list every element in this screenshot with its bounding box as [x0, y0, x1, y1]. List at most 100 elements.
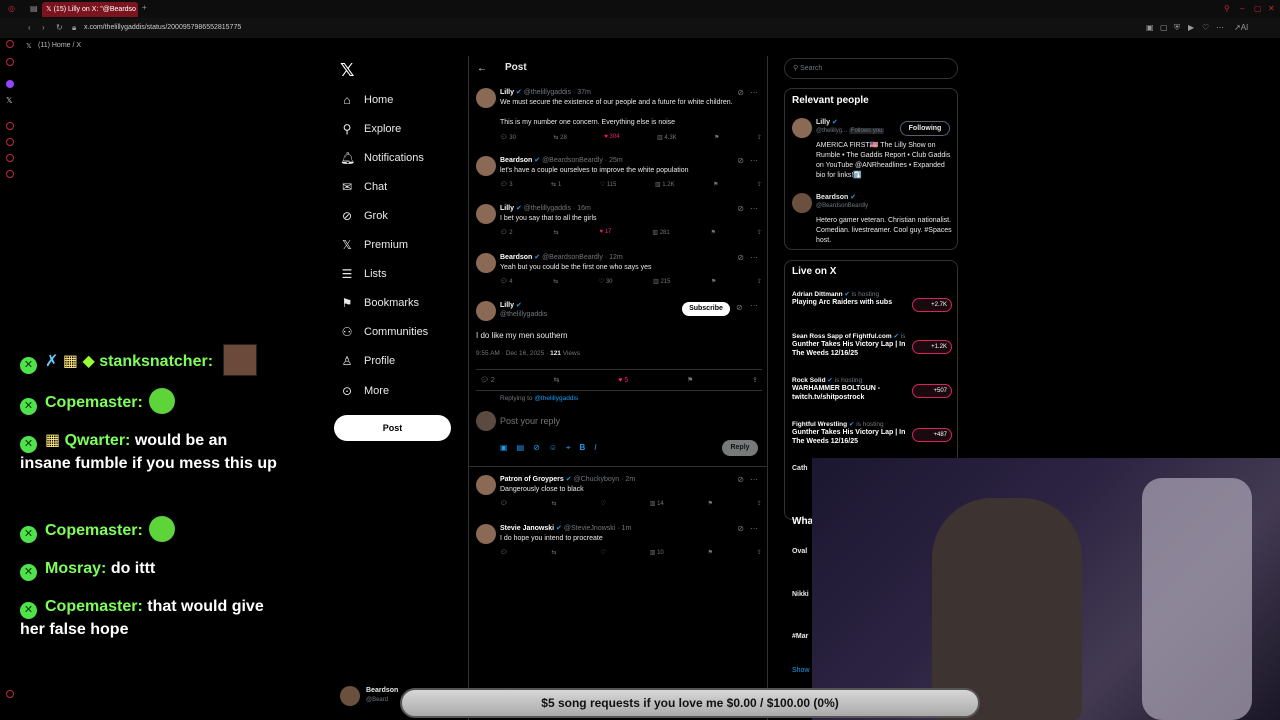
share-icon[interactable]: ⇪ [752, 376, 758, 384]
replying-handle-link[interactable]: @thelillygaddis [534, 395, 578, 402]
back-arrow-icon[interactable]: ← [477, 63, 487, 74]
account-name[interactable]: Beardson [366, 687, 398, 694]
settings-icon[interactable] [6, 690, 14, 698]
x-sidebar-icon[interactable]: 𝕏 [6, 96, 14, 105]
live-space-item[interactable]: Rock Solid ✔ is hosting WARHAMMER BOLTGUN… [792, 376, 952, 402]
like-icon[interactable]: ♡ [600, 500, 605, 507]
nav-item-communities[interactable]: ⚇ Communities [340, 325, 429, 339]
live-space-item[interactable]: Adrian Dittmann ✔ is hosting Playing Arc … [792, 290, 952, 312]
author-name[interactable]: Beardson [500, 254, 532, 261]
trend-fragment[interactable]: #Mar [792, 632, 808, 642]
nav-item-lists[interactable]: ☰ Lists [340, 267, 387, 281]
author-name[interactable]: Beardson [500, 157, 532, 164]
repost-icon[interactable]: ⇆ [554, 229, 559, 236]
repost-icon[interactable]: ⇆ [552, 500, 557, 507]
share-icon[interactable]: ⇪ [757, 134, 762, 141]
like-icon[interactable]: ♥ 17 [600, 229, 612, 236]
nav-item-bookmarks[interactable]: ⚑ Bookmarks [340, 296, 419, 310]
bookmark-icon[interactable]: ⚑ [708, 549, 713, 556]
menu-icon[interactable]: ⋯ [1216, 23, 1224, 32]
minimize-icon[interactable]: – [1240, 4, 1244, 13]
author-handle[interactable]: @thelillygaddis · 16m [524, 205, 591, 212]
live-space-item[interactable]: Fightful Wrestling ✔ is hosting Gunther T… [792, 420, 952, 446]
grok-icon[interactable]: ⊘ [737, 253, 744, 262]
more-icon[interactable]: ⋯ [750, 156, 758, 165]
tab-list-icon[interactable]: ▤ [30, 4, 38, 13]
avatar[interactable] [792, 193, 812, 213]
back-icon[interactable]: ‹ [28, 23, 31, 32]
ai-icon[interactable]: ↗AI [1234, 23, 1248, 32]
views-icon[interactable]: ▥ 281 [652, 229, 669, 236]
author-handle[interactable]: @StevieJnowski · 1m [564, 525, 631, 532]
maximize-icon[interactable]: ▢ [1254, 4, 1262, 13]
grok-icon[interactable]: ⊘ [737, 524, 744, 533]
share-icon[interactable]: ⇪ [757, 500, 762, 507]
more-icon[interactable]: ⋯ [750, 204, 758, 213]
sidebar-app-icon[interactable] [6, 154, 14, 162]
author-name[interactable]: Lilly [500, 205, 514, 212]
repost-icon[interactable]: ⇆ 28 [553, 134, 566, 141]
avatar[interactable] [476, 524, 496, 544]
italic-icon[interactable]: I [594, 443, 605, 452]
author-name[interactable]: Patron of Groypers [500, 476, 564, 483]
like-icon[interactable]: ♥ 5 [618, 377, 628, 384]
sidebar-app-icon[interactable] [6, 40, 14, 48]
sidebar-icon[interactable]: ▢ [1160, 23, 1168, 32]
heart-icon[interactable]: ♡ [1202, 23, 1209, 32]
play-icon[interactable]: ▶ [1188, 23, 1194, 32]
new-tab-icon[interactable]: + [142, 3, 147, 12]
nav-item-explore[interactable]: ⚲ Explore [340, 122, 402, 136]
reply-icon[interactable]: 💬︎ 30 [500, 134, 516, 141]
sidebar-app-icon[interactable] [6, 170, 14, 178]
extension-icon[interactable]: ▣ [1146, 23, 1154, 32]
url-input[interactable]: x.com/thelillygaddis/status/200095798655… [84, 24, 241, 31]
nav-item-home[interactable]: ⌂ Home [340, 93, 393, 107]
sidebar-app-icon[interactable] [6, 122, 14, 130]
like-icon[interactable]: ♡ 115 [600, 181, 617, 188]
author-handle[interactable]: @BeardsonBeardly · 25m [542, 157, 623, 164]
person-handle[interactable]: @BeardsonBeardly [816, 203, 868, 209]
author-name[interactable]: Stevie Janowski [500, 525, 554, 532]
grok-icon[interactable]: ⊘ [737, 156, 744, 165]
avatar[interactable] [476, 301, 496, 321]
person-name[interactable]: Beardson [816, 194, 848, 201]
live-space-item[interactable]: Sean Ross Sapp of Fightful.com ✔ is host… [792, 332, 952, 358]
nav-item-chat[interactable]: ✉ Chat [340, 180, 387, 194]
more-icon[interactable]: ⋯ [750, 301, 758, 310]
bookmark-icon[interactable]: ⚑ [713, 181, 718, 188]
author-handle[interactable]: @Chuckyboyn · 2m [574, 476, 636, 483]
reply-icon[interactable]: 💬︎ 4 [500, 278, 513, 285]
share-icon[interactable]: ⇪ [757, 229, 762, 236]
repost-icon[interactable]: ⇆ 1 [551, 181, 561, 188]
views-icon[interactable]: ▥ 10 [650, 549, 664, 556]
author-handle[interactable]: @thelillygaddis [500, 311, 547, 318]
grok-icon[interactable]: ⊘ [737, 475, 744, 484]
post-button[interactable]: Post [334, 415, 451, 441]
trend-fragment[interactable]: Nikki [792, 590, 809, 600]
emoji-icon[interactable]: ☺ [549, 443, 566, 452]
nav-item-grok[interactable]: ⊘ Grok [340, 209, 388, 223]
repost-icon[interactable]: ⇆ [552, 549, 557, 556]
reply-icon[interactable]: 💬︎ 3 [500, 181, 513, 188]
bookmark-icon[interactable]: ⚑ [687, 376, 693, 384]
avatar[interactable] [476, 475, 496, 495]
share-icon[interactable]: ⇪ [757, 181, 762, 188]
repost-icon[interactable]: ⇆ [553, 278, 558, 285]
nav-item-notifications[interactable]: 🔔︎ Notifications [340, 151, 424, 165]
bold-icon[interactable]: B [580, 443, 595, 452]
more-icon[interactable]: ⋯ [750, 475, 758, 484]
trend-fragment[interactable]: Oval [792, 547, 807, 557]
reply-icon[interactable]: 💬︎ [500, 500, 508, 507]
author-handle[interactable]: @BeardsonBeardly · 12m [542, 254, 623, 261]
close-icon[interactable]: ✕ [1268, 4, 1275, 13]
reply-icon[interactable]: 💬︎ [500, 549, 508, 556]
avatar[interactable] [476, 88, 496, 108]
grok-icon[interactable]: ⊘ [737, 88, 744, 97]
like-icon[interactable]: ♥ 304 [604, 134, 619, 141]
like-icon[interactable]: ♡ 30 [599, 278, 613, 285]
avatar[interactable] [792, 118, 812, 138]
bookmark-icon[interactable]: ⚑ [711, 229, 716, 236]
more-icon[interactable]: ⋯ [750, 524, 758, 533]
avatar[interactable] [340, 686, 360, 706]
image-icon[interactable]: ▣ [500, 443, 517, 452]
